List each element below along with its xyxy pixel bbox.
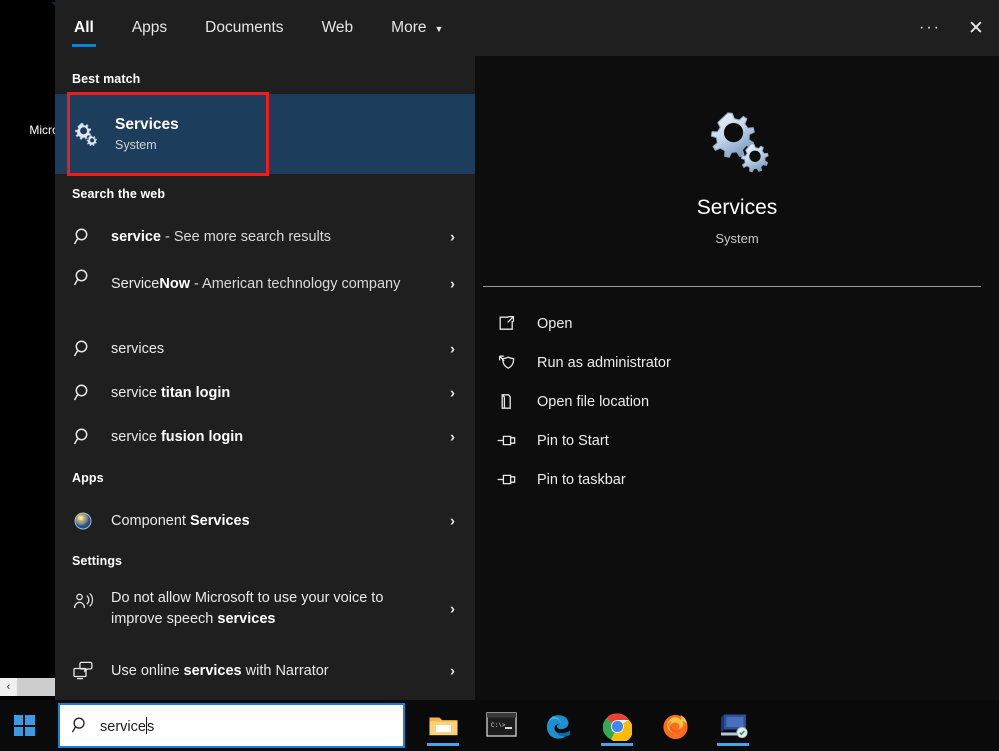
tab-label: All	[74, 19, 94, 36]
preview-title: Services	[696, 196, 778, 219]
narrator-icon	[55, 661, 111, 681]
best-match-header: Best match	[72, 72, 141, 86]
windows-logo-icon	[13, 715, 35, 736]
ellipsis-icon: ···	[919, 19, 941, 36]
scrollbar-thumb[interactable]	[17, 678, 55, 696]
search-icon	[55, 227, 111, 247]
preview-action-label: Pin to taskbar	[537, 471, 626, 488]
chevron-right-icon[interactable]: ›	[450, 229, 455, 246]
web-result-row[interactable]: service fusion login ›	[55, 418, 475, 456]
search-input[interactable]: services	[100, 716, 155, 735]
taskbar: services C:\>	[0, 700, 999, 751]
search-input-trailing: s	[146, 718, 155, 735]
setting-result-label: Use online services with Narrator	[111, 662, 329, 679]
gears-icon	[55, 119, 115, 149]
scroll-left-arrow-icon[interactable]: ‹	[0, 678, 17, 696]
settings-header: Settings	[72, 554, 123, 568]
svg-text:C:\>: C:\>	[491, 722, 506, 729]
preview-divider	[483, 286, 981, 287]
speech-privacy-icon	[55, 592, 111, 612]
search-results-pane: Best match Services System Search the we…	[55, 0, 475, 700]
setting-result-row[interactable]: Do not allow Microsoft to use your voice…	[55, 583, 475, 635]
tab-web[interactable]: Web	[320, 0, 356, 56]
chevron-right-icon[interactable]: ›	[450, 429, 455, 446]
open-window-icon	[475, 314, 537, 333]
shield-icon	[475, 353, 537, 372]
start-button[interactable]	[0, 700, 48, 751]
folder-location-icon	[475, 392, 537, 411]
search-icon	[55, 427, 111, 447]
component-services-icon	[55, 511, 111, 531]
search-the-web-header: Search the web	[72, 187, 166, 201]
setting-result-row[interactable]: Use online services with Narrator ›	[55, 652, 475, 690]
web-result-row[interactable]: service - See more search results ›	[55, 218, 475, 256]
web-result-label: service titan login	[111, 384, 231, 401]
remote-desktop-icon[interactable]	[715, 706, 751, 746]
web-result-row[interactable]: services ›	[55, 330, 475, 368]
preview-action-label: Open file location	[537, 393, 650, 410]
tab-all[interactable]: All	[72, 0, 96, 56]
preview-action-open[interactable]: Open	[475, 304, 999, 343]
chevron-right-icon[interactable]: ›	[450, 276, 455, 293]
google-chrome-icon[interactable]	[599, 706, 635, 746]
tab-label: Documents	[205, 19, 284, 36]
web-result-row[interactable]: service titan login ›	[55, 374, 475, 412]
web-result-label: ServiceNow - American technology company	[111, 275, 401, 292]
chevron-right-icon[interactable]: ›	[450, 663, 455, 680]
chevron-down-icon: ▼	[434, 24, 444, 34]
chevron-right-icon[interactable]: ›	[450, 601, 455, 618]
pin-icon	[475, 431, 537, 450]
web-result-label: service - See more search results	[111, 228, 332, 245]
preview-subtitle: System	[715, 231, 759, 246]
tab-documents[interactable]: Documents	[203, 0, 285, 56]
best-match-result-services[interactable]: Services System	[55, 94, 475, 174]
preview-action-pin-to-taskbar[interactable]: Pin to taskbar	[475, 460, 999, 499]
search-tabs-bar: All Apps Documents Web More ▼ ··· ✕	[55, 0, 999, 56]
tab-label: Apps	[131, 19, 168, 36]
search-icon	[55, 339, 111, 359]
preview-action-label: Run as administrator	[537, 354, 671, 371]
chevron-right-icon[interactable]: ›	[450, 385, 455, 402]
preview-pane: Services System Open Run as administrato…	[475, 0, 999, 700]
app-result-component-services[interactable]: Component Services ›	[55, 502, 475, 540]
search-icon	[60, 716, 100, 735]
mozilla-firefox-icon[interactable]	[657, 706, 693, 746]
best-match-title: Services	[115, 115, 179, 133]
web-result-row[interactable]: ServiceNow - American technology company…	[55, 258, 475, 310]
search-input-value: service	[100, 718, 146, 735]
tab-label: More	[391, 19, 427, 36]
more-options-button[interactable]: ···	[907, 5, 953, 51]
search-icon	[55, 383, 111, 403]
apps-header: Apps	[72, 471, 104, 485]
chevron-right-icon[interactable]: ›	[450, 513, 455, 530]
chevron-right-icon[interactable]: ›	[450, 341, 455, 358]
tab-apps[interactable]: Apps	[130, 0, 169, 56]
web-result-label: service fusion login	[111, 428, 244, 445]
preview-action-label: Pin to Start	[537, 432, 609, 449]
preview-action-label: Open	[537, 315, 573, 332]
preview-action-open-file-location[interactable]: Open file location	[475, 382, 999, 421]
search-icon	[55, 268, 111, 288]
best-match-subtitle: System	[115, 137, 157, 152]
desktop-horizontal-scrollbar[interactable]: ‹	[0, 678, 55, 696]
window-controls: ··· ✕	[907, 0, 999, 56]
taskbar-app-icons: C:\>	[425, 700, 751, 751]
setting-result-label: Do not allow Microsoft to use your voice…	[111, 590, 384, 627]
gears-icon	[475, 104, 999, 183]
preview-action-pin-to-start[interactable]: Pin to Start	[475, 421, 999, 460]
terminal-icon[interactable]: C:\>	[483, 706, 519, 746]
tab-label: Web	[321, 19, 354, 36]
microsoft-edge-icon[interactable]	[541, 706, 577, 746]
web-result-label: services	[111, 340, 165, 357]
close-icon: ✕	[968, 17, 984, 39]
search-flyout: Best match Services System Search the we…	[55, 0, 999, 700]
app-result-label: Component Services	[111, 512, 250, 529]
taskbar-search-box[interactable]: services	[58, 703, 405, 748]
preview-action-run-as-administrator[interactable]: Run as administrator	[475, 343, 999, 382]
pin-icon	[475, 470, 537, 489]
tab-more[interactable]: More ▼	[389, 0, 445, 56]
close-button[interactable]: ✕	[953, 5, 999, 51]
file-explorer-icon[interactable]	[425, 706, 461, 746]
